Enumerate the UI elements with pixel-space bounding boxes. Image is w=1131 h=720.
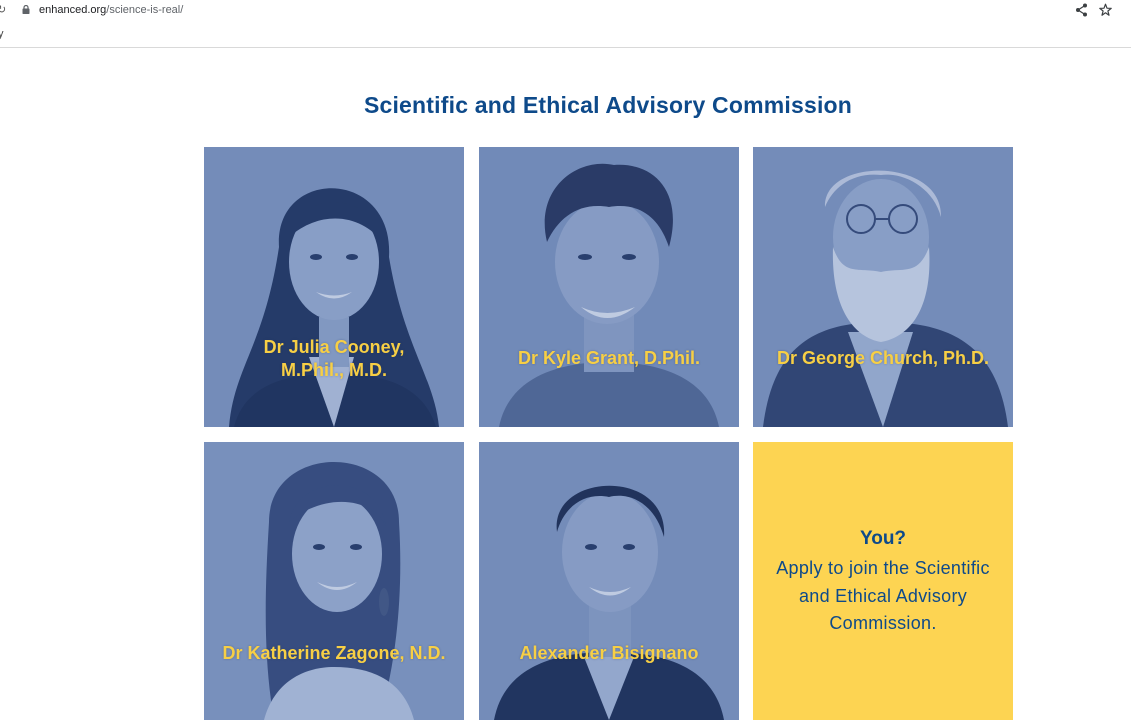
apply-text[interactable]: Apply to join the Scientific and Ethical… xyxy=(763,555,1003,638)
portrait-tint xyxy=(204,442,464,720)
portrait-tint xyxy=(479,147,739,427)
apply-card[interactable]: You? Apply to join the Scientific and Et… xyxy=(753,442,1013,720)
url-path: /science-is-real/ xyxy=(106,4,184,16)
member-name-line1: Dr Katherine Zagone, N.D. xyxy=(222,643,446,663)
portrait-tint xyxy=(479,442,739,720)
portrait-tint xyxy=(204,147,464,427)
member-name: Dr Katherine Zagone, N.D. xyxy=(204,642,464,665)
url-field[interactable]: enhanced.org/science-is-real/ xyxy=(39,3,183,17)
member-name-line2: M.Phil., M.D. xyxy=(281,360,387,380)
url-domain: enhanced.org xyxy=(39,4,107,16)
lock-icon[interactable] xyxy=(22,5,30,14)
member-card[interactable]: Alexander Bisignano xyxy=(479,442,739,720)
member-name-line1: Alexander Bisignano xyxy=(519,643,699,663)
bookmark-star-icon[interactable] xyxy=(1099,3,1112,17)
share-icon[interactable] xyxy=(1075,3,1088,17)
browser-address-bar: ↻ enhanced.org/science-is-real/ xyxy=(0,0,1131,23)
member-name-line1: Dr Kyle Grant, D.Phil. xyxy=(517,348,701,368)
apply-heading: You? xyxy=(859,528,907,549)
member-card[interactable]: Dr Katherine Zagone, N.D. xyxy=(204,442,464,720)
member-name: Alexander Bisignano xyxy=(479,642,739,665)
member-card[interactable]: Dr Julia Cooney, M.Phil., M.D. xyxy=(204,147,464,427)
member-card[interactable]: Dr Kyle Grant, D.Phil. xyxy=(479,147,739,427)
bookmark-item[interactable]: y xyxy=(0,28,4,40)
member-name: Dr George Church, Ph.D. xyxy=(753,347,1013,370)
member-name-line1: Dr Julia Cooney, xyxy=(263,337,405,357)
member-name: Dr Kyle Grant, D.Phil. xyxy=(479,347,739,370)
reload-icon[interactable]: ↻ xyxy=(0,3,7,17)
member-card[interactable]: Dr George Church, Ph.D. xyxy=(753,147,1013,427)
bookmarks-bar: y xyxy=(0,23,1131,48)
member-name: Dr Julia Cooney, M.Phil., M.D. xyxy=(204,336,464,382)
portrait-tint xyxy=(753,147,1013,427)
member-name-line1: Dr George Church, Ph.D. xyxy=(776,348,990,368)
page-title: Scientific and Ethical Advisory Commissi… xyxy=(363,92,853,118)
